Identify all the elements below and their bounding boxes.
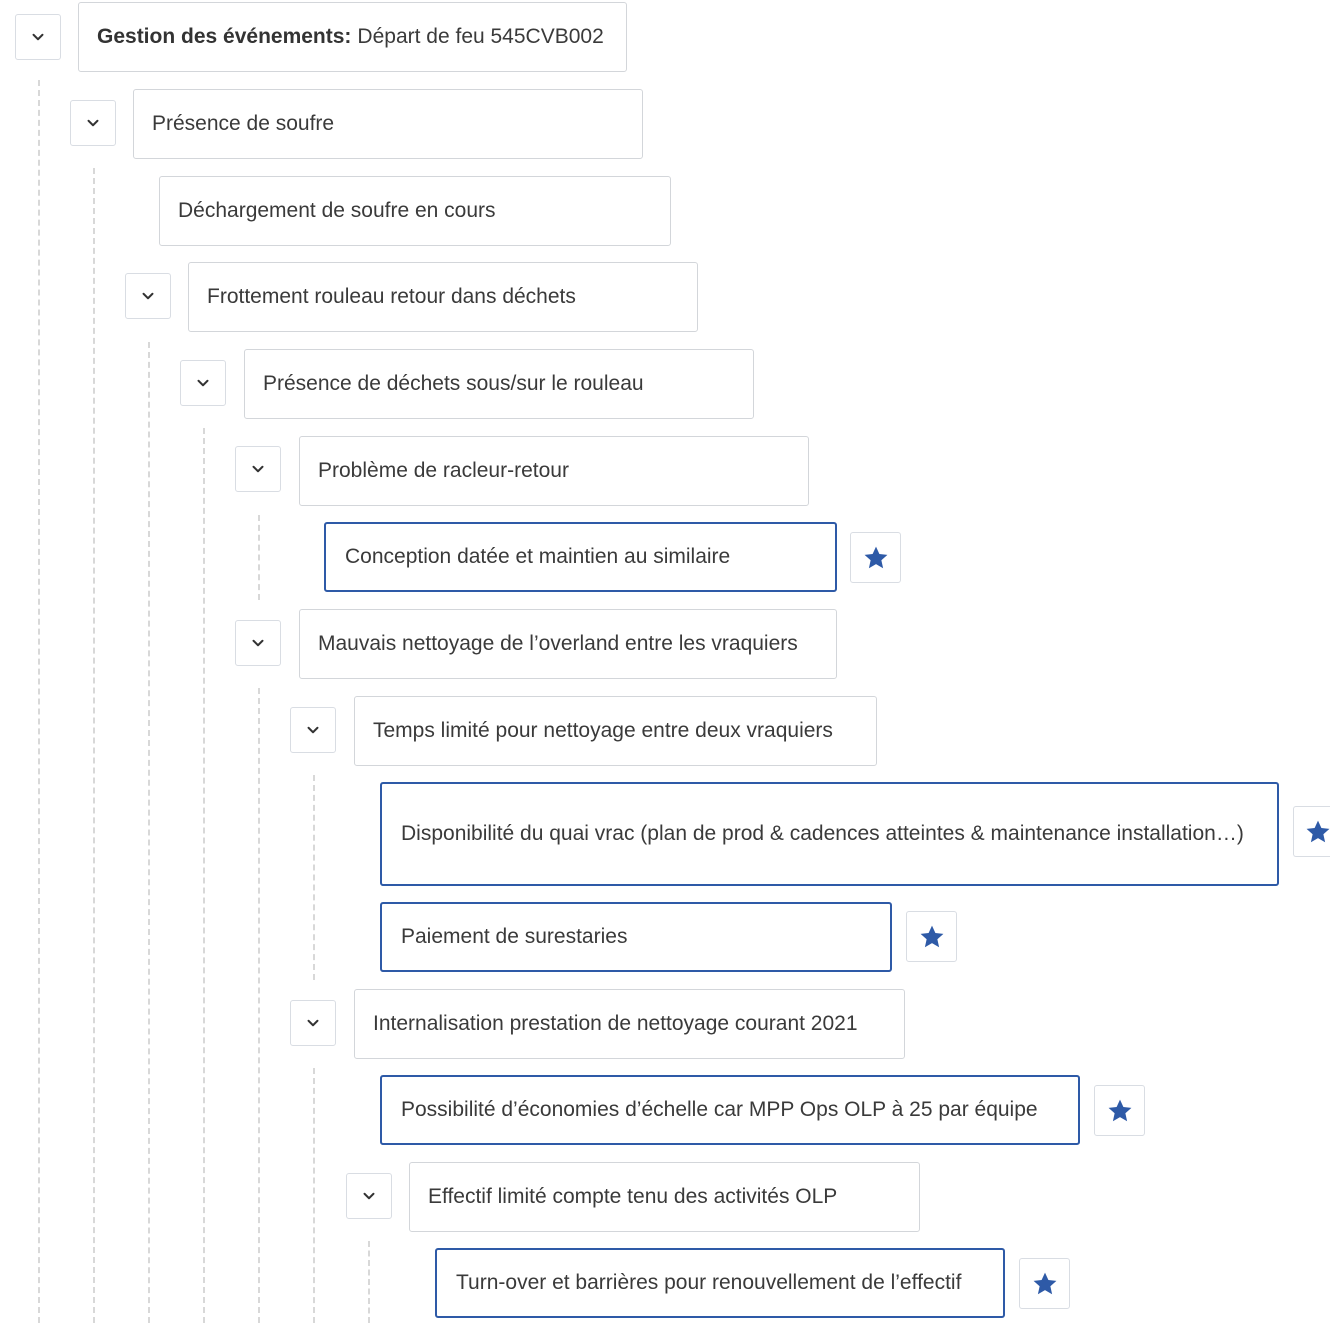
tree-node[interactable]: Présence de déchets sous/sur le rouleau bbox=[244, 349, 754, 419]
node-label: Internalisation prestation de nettoyage … bbox=[373, 1011, 858, 1035]
chevron-down-icon bbox=[142, 292, 154, 300]
favorite-button[interactable] bbox=[906, 911, 957, 962]
collapse-toggle[interactable] bbox=[125, 273, 171, 319]
tree-node[interactable]: Mauvais nettoyage de l’overland entre le… bbox=[299, 609, 837, 679]
node-label: Effectif limité compte tenu des activité… bbox=[428, 1184, 838, 1208]
chevron-down-icon bbox=[197, 379, 209, 387]
node-label: Problème de racleur-retour bbox=[318, 458, 569, 482]
star-icon bbox=[1306, 820, 1330, 842]
node-label: Possibilité d’économies d’échelle car MP… bbox=[401, 1097, 1038, 1121]
collapse-toggle[interactable] bbox=[235, 620, 281, 666]
tree-guide-line bbox=[258, 515, 260, 600]
tree-node-cause[interactable]: Conception datée et maintien au similair… bbox=[324, 522, 837, 592]
collapse-toggle[interactable] bbox=[290, 1000, 336, 1046]
favorite-button[interactable] bbox=[1293, 806, 1330, 857]
favorite-button[interactable] bbox=[850, 532, 901, 583]
node-label: Présence de soufre bbox=[152, 111, 335, 135]
node-label: Disponibilité du quai vrac (plan de prod… bbox=[401, 821, 1244, 845]
node-label: Turn-over et barrières pour renouvelleme… bbox=[456, 1270, 962, 1294]
chevron-down-icon bbox=[87, 119, 99, 127]
collapse-toggle-root[interactable] bbox=[15, 14, 61, 60]
tree-node[interactable]: Problème de racleur-retour bbox=[299, 436, 809, 506]
collapse-toggle[interactable] bbox=[70, 100, 116, 146]
tree-node-root[interactable]: Gestion des événements: Départ de feu 54… bbox=[78, 2, 627, 72]
tree-node-cause[interactable]: Paiement de surestaries bbox=[380, 902, 892, 972]
collapse-toggle[interactable] bbox=[235, 446, 281, 492]
tree-guide-line bbox=[313, 775, 315, 980]
chevron-down-icon bbox=[307, 1019, 319, 1027]
tree-guide-line bbox=[38, 80, 40, 1323]
node-label: Présence de déchets sous/sur le rouleau bbox=[263, 371, 644, 395]
chevron-down-icon bbox=[252, 465, 264, 473]
star-icon bbox=[1108, 1099, 1131, 1121]
tree-node[interactable]: Déchargement de soufre en cours bbox=[159, 176, 671, 246]
star-icon bbox=[864, 546, 887, 568]
tree-node[interactable]: Effectif limité compte tenu des activité… bbox=[409, 1162, 920, 1232]
node-label: Mauvais nettoyage de l’overland entre le… bbox=[318, 631, 798, 655]
tree-node[interactable]: Temps limité pour nettoyage entre deux v… bbox=[354, 696, 877, 766]
tree-guide-line bbox=[368, 1241, 370, 1323]
tree-guide-line bbox=[258, 688, 260, 1323]
collapse-toggle[interactable] bbox=[180, 360, 226, 406]
chevron-down-icon bbox=[307, 726, 319, 734]
tree-node[interactable]: Frottement rouleau retour dans déchets bbox=[188, 262, 698, 332]
node-label: Déchargement de soufre en cours bbox=[178, 198, 496, 222]
tree-guide-line bbox=[313, 1068, 315, 1323]
tree-node[interactable]: Internalisation prestation de nettoyage … bbox=[354, 989, 905, 1059]
tree-guide-line bbox=[148, 342, 150, 1323]
favorite-button[interactable] bbox=[1019, 1258, 1070, 1309]
event-label: Gestion des événements: bbox=[97, 24, 352, 48]
tree-guide-line bbox=[203, 428, 205, 1323]
star-icon bbox=[920, 925, 943, 947]
collapse-toggle[interactable] bbox=[346, 1173, 392, 1219]
collapse-toggle[interactable] bbox=[290, 707, 336, 753]
star-icon bbox=[1033, 1272, 1056, 1294]
node-label: Paiement de surestaries bbox=[401, 924, 628, 948]
favorite-button[interactable] bbox=[1094, 1085, 1145, 1136]
chevron-down-icon bbox=[252, 639, 264, 647]
chevron-down-icon bbox=[32, 33, 44, 41]
tree-node-cause[interactable]: Possibilité d’économies d’échelle car MP… bbox=[380, 1075, 1080, 1145]
tree-guide-line bbox=[93, 168, 95, 1323]
tree-node-cause[interactable]: Disponibilité du quai vrac (plan de prod… bbox=[380, 782, 1279, 886]
node-label: Frottement rouleau retour dans déchets bbox=[207, 284, 576, 308]
node-label: Temps limité pour nettoyage entre deux v… bbox=[373, 718, 833, 742]
tree-node[interactable]: Présence de soufre bbox=[133, 89, 643, 159]
chevron-down-icon bbox=[363, 1192, 375, 1200]
tree-node-cause[interactable]: Turn-over et barrières pour renouvelleme… bbox=[435, 1248, 1005, 1318]
event-value: Départ de feu 545CVB002 bbox=[357, 24, 604, 48]
node-label: Conception datée et maintien au similair… bbox=[345, 544, 731, 568]
